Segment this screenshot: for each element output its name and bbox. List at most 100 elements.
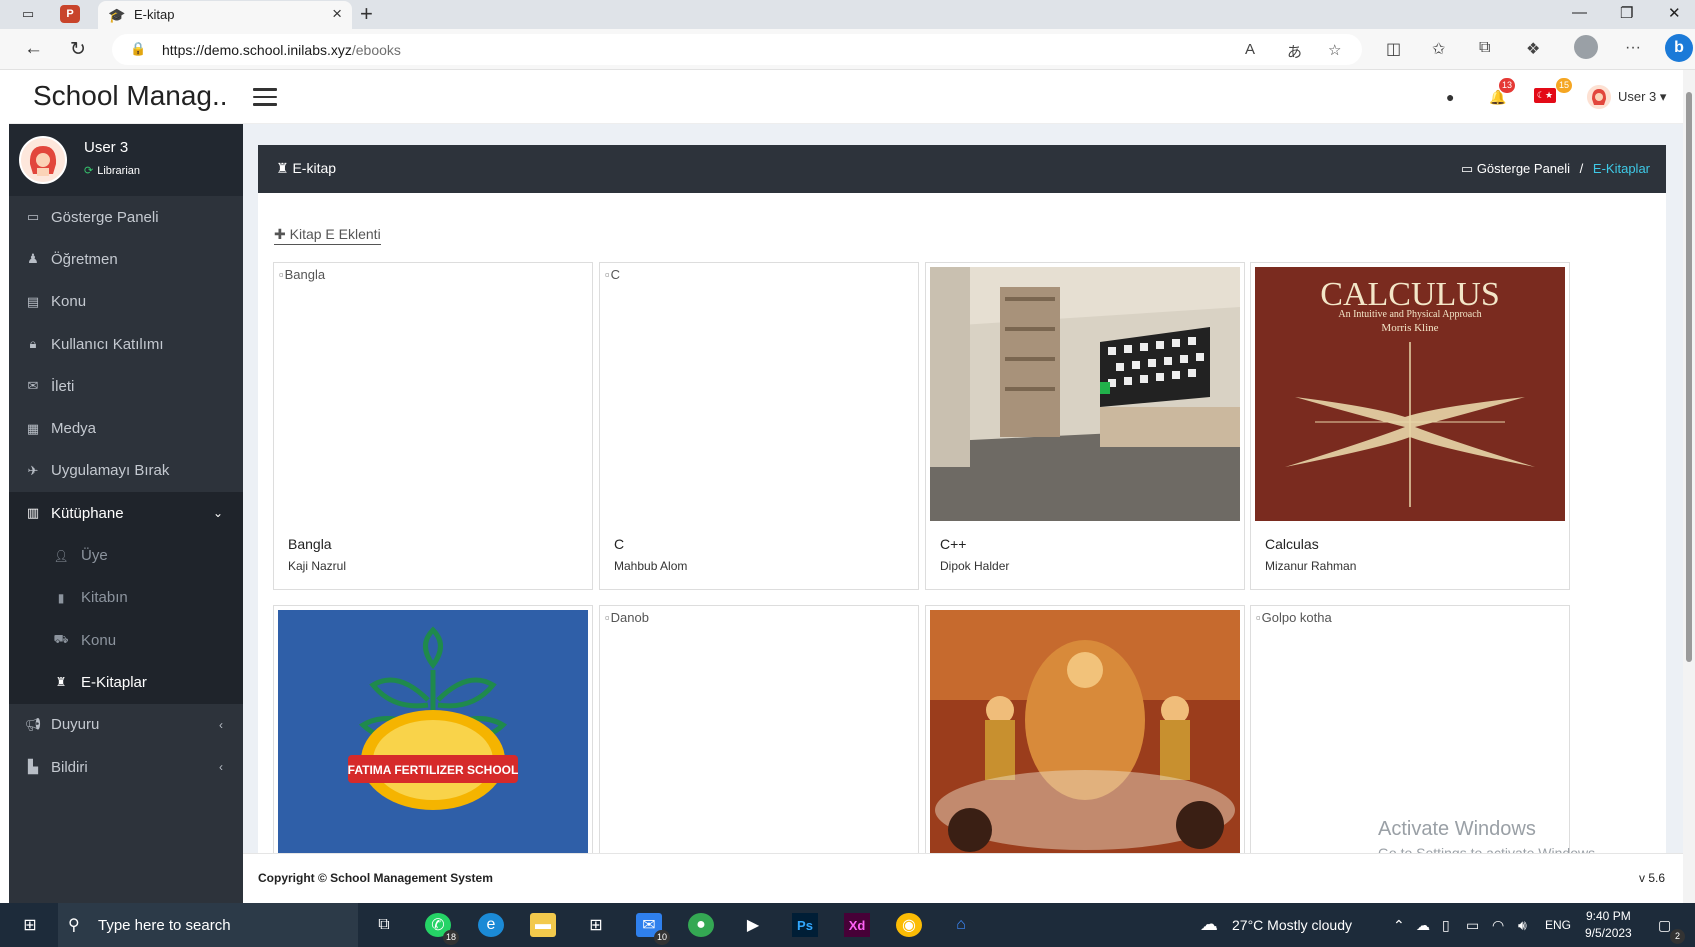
main-content: ♜ E-kitap ▭ Gösterge Paneli / E-Kitaplar… (243, 124, 1683, 853)
broken-image-icon: Bangla (279, 267, 325, 282)
ebook-cover-image (930, 610, 1240, 853)
page-scrollbar[interactable] (1683, 70, 1695, 903)
add-ebook-link[interactable]: ✚ Kitap E Eklenti (274, 226, 381, 245)
minimize-icon[interactable]: — (1572, 4, 1587, 21)
chrome-icon[interactable]: ◉ (896, 913, 922, 937)
plus-icon: ✚ (274, 226, 290, 242)
ebook-card[interactable]: FATIMA FERTILIZER SCHOOL (273, 605, 593, 853)
sidebar-subitem-issue[interactable]: ⛟ Konu (9, 619, 243, 661)
back-icon[interactable]: ← (24, 38, 43, 60)
url-field[interactable]: 🔒 https://demo.school.inilabs.xyz/ebooks… (112, 34, 1362, 65)
volume-icon[interactable]: 🔊︎ (1518, 917, 1527, 934)
hamburger-menu-icon[interactable] (253, 88, 277, 106)
bing-icon[interactable]: b (1665, 34, 1693, 62)
powerpoint-tab-icon[interactable]: P (60, 5, 80, 23)
wifi-icon[interactable]: ◠ (1492, 917, 1504, 934)
windows-start-icon[interactable]: ⊞ (18, 913, 42, 937)
weather-icon[interactable]: ☁ (1200, 914, 1218, 935)
read-aloud-icon[interactable]: A (1245, 41, 1255, 58)
search-icon: ⚲ (68, 917, 80, 934)
battery-icon[interactable]: ▭ (1466, 917, 1479, 934)
remote-desktop-icon[interactable]: ⌂ (948, 913, 974, 937)
ebook-card[interactable] (925, 605, 1245, 853)
header-user-menu[interactable]: User 3 ▾ (1618, 89, 1666, 105)
ebook-list-box: ✚ Kitap E Eklenti Bangla Bangla Kaji Naz… (258, 193, 1666, 853)
translate-icon[interactable]: あ (1287, 41, 1302, 62)
photoshop-icon[interactable]: Ps (792, 913, 818, 937)
file-explorer-icon[interactable]: ▬ (530, 913, 556, 937)
sidebar-toggle-icon[interactable]: ▭ (18, 5, 38, 23)
ebook-card[interactable]: Bangla Bangla Kaji Nazrul (273, 262, 593, 590)
sidebar-user-role: ⟳ Librarian (84, 165, 141, 177)
taskbar-search[interactable]: ⚲ Type here to search (58, 903, 358, 947)
avatar (19, 136, 67, 184)
taskbar-clock[interactable]: 9:40 PM 9/5/2023 (1585, 908, 1632, 942)
weather-text[interactable]: 27°C Mostly cloudy (1232, 917, 1352, 933)
ebook-icon: ♜ (55, 675, 67, 690)
collections-icon[interactable]: ⧉ (1479, 39, 1490, 57)
whatsapp-badge: 18 (443, 930, 460, 945)
restore-icon[interactable]: ❐ (1620, 4, 1633, 22)
ebook-icon: ♜ (276, 160, 293, 176)
turkey-flag-icon[interactable]: ☾★ (1534, 88, 1556, 103)
lock-icon: 🔒 (130, 41, 147, 56)
sidebar-subitem-ebooks[interactable]: ♜ E-Kitaplar (9, 661, 243, 703)
sidebar-item-teacher[interactable]: ♟ Öğretmen (9, 238, 243, 280)
sidebar-item-leave[interactable]: ✈ Uygulamayı Bırak (9, 450, 243, 492)
url-text: https://demo.school.inilabs.xyz/ebooks (162, 42, 401, 58)
sidebar-item-message[interactable]: ✉ İleti (9, 365, 243, 407)
favorite-star-icon[interactable]: ☆ (1328, 41, 1341, 59)
store-icon[interactable]: ⊞ (583, 913, 609, 937)
breadcrumb-home[interactable]: Gösterge Paneli (1477, 161, 1570, 176)
sidebar-subitem-member[interactable]: 👤︎ Üye (9, 534, 243, 576)
cart-icon: ⛟ (53, 632, 69, 647)
language-badge: 15 (1556, 78, 1573, 93)
sidebar-item-subject[interactable]: ▤ Konu (9, 281, 243, 323)
globe-icon[interactable]: ● (1446, 89, 1454, 105)
sidebar-item-media[interactable]: ▦ Medya (9, 407, 243, 449)
ebook-card[interactable]: Danob (599, 605, 919, 853)
close-tab-icon[interactable]: × (332, 4, 342, 24)
media-player-icon[interactable]: ▶ (740, 913, 766, 937)
extensions-icon[interactable]: ❖ (1526, 39, 1540, 59)
edge-icon[interactable]: e (478, 913, 504, 937)
ebook-card[interactable]: C++ Dipok Halder (925, 262, 1245, 590)
ebook-card[interactable]: C C Mahbub Alom (599, 262, 919, 590)
tray-chevron-icon[interactable]: ⌃ (1393, 917, 1405, 934)
sidebar-item-dashboard[interactable]: ▭ Gösterge Paneli (9, 196, 243, 238)
reload-icon[interactable]: ↻ (70, 38, 86, 61)
header-avatar[interactable] (1587, 85, 1611, 109)
ebook-cover-image: FATIMA FERTILIZER SCHOOL (278, 610, 588, 853)
meet-icon[interactable]: ▯ (1442, 917, 1450, 934)
ebook-card[interactable]: CALCULUS An Intuitive and Physical Appro… (1250, 262, 1570, 590)
adobe-xd-icon[interactable]: Xd (844, 913, 870, 937)
calculus-title: CALCULUS (1320, 276, 1499, 313)
broken-image-icon: Danob (605, 610, 649, 625)
sidebar-item-user-attendance[interactable]: 🔒︎ Kullanıcı Katılımı (9, 323, 243, 365)
favorites-icon[interactable]: ✩ (1432, 39, 1445, 59)
task-view-icon[interactable]: ⧉ (372, 913, 396, 937)
browser-tab-bar: ▭ P 🎓 E-kitap × + — ❐ ✕ (0, 0, 1695, 29)
close-window-icon[interactable]: ✕ (1668, 4, 1681, 22)
new-tab-icon[interactable]: + (360, 1, 373, 27)
library-submenu: 👤︎ Üye ▮ Kitabın ⛟ Konu ♜ E-Kitaplar (9, 534, 243, 704)
onedrive-icon[interactable]: ☁ (1416, 917, 1430, 934)
notification-center-icon[interactable]: ▢ (1658, 917, 1671, 934)
more-menu-icon[interactable]: ··· (1625, 39, 1641, 57)
sidebar-subitem-books[interactable]: ▮ Kitabın (9, 577, 243, 619)
profile-avatar-icon[interactable] (1574, 35, 1598, 59)
lock-icon: 🔒︎ (29, 336, 37, 352)
sidebar-item-notice[interactable]: 📢︎ Duyuru ‹ (9, 704, 243, 746)
chrome-profile-icon[interactable]: ● (688, 913, 714, 937)
sidebar-item-report[interactable]: ▙ Bildiri ‹ (9, 746, 243, 788)
app-brand[interactable]: School Manag.. (33, 80, 228, 112)
chevron-left-icon: ‹ (219, 717, 223, 732)
split-screen-icon[interactable]: ◫ (1386, 39, 1401, 59)
ebook-card[interactable]: Golpo kotha (1250, 605, 1570, 853)
ebook-author: Kaji Nazrul (288, 559, 347, 573)
sidebar-item-library[interactable]: ▥ Kütüphane ⌄ (9, 492, 243, 535)
envelope-icon: ✉ (27, 378, 39, 394)
scrollbar-thumb[interactable] (1686, 92, 1692, 662)
browser-tab-active[interactable]: 🎓 E-kitap × (98, 1, 352, 29)
language-indicator[interactable]: ENG (1545, 918, 1571, 932)
